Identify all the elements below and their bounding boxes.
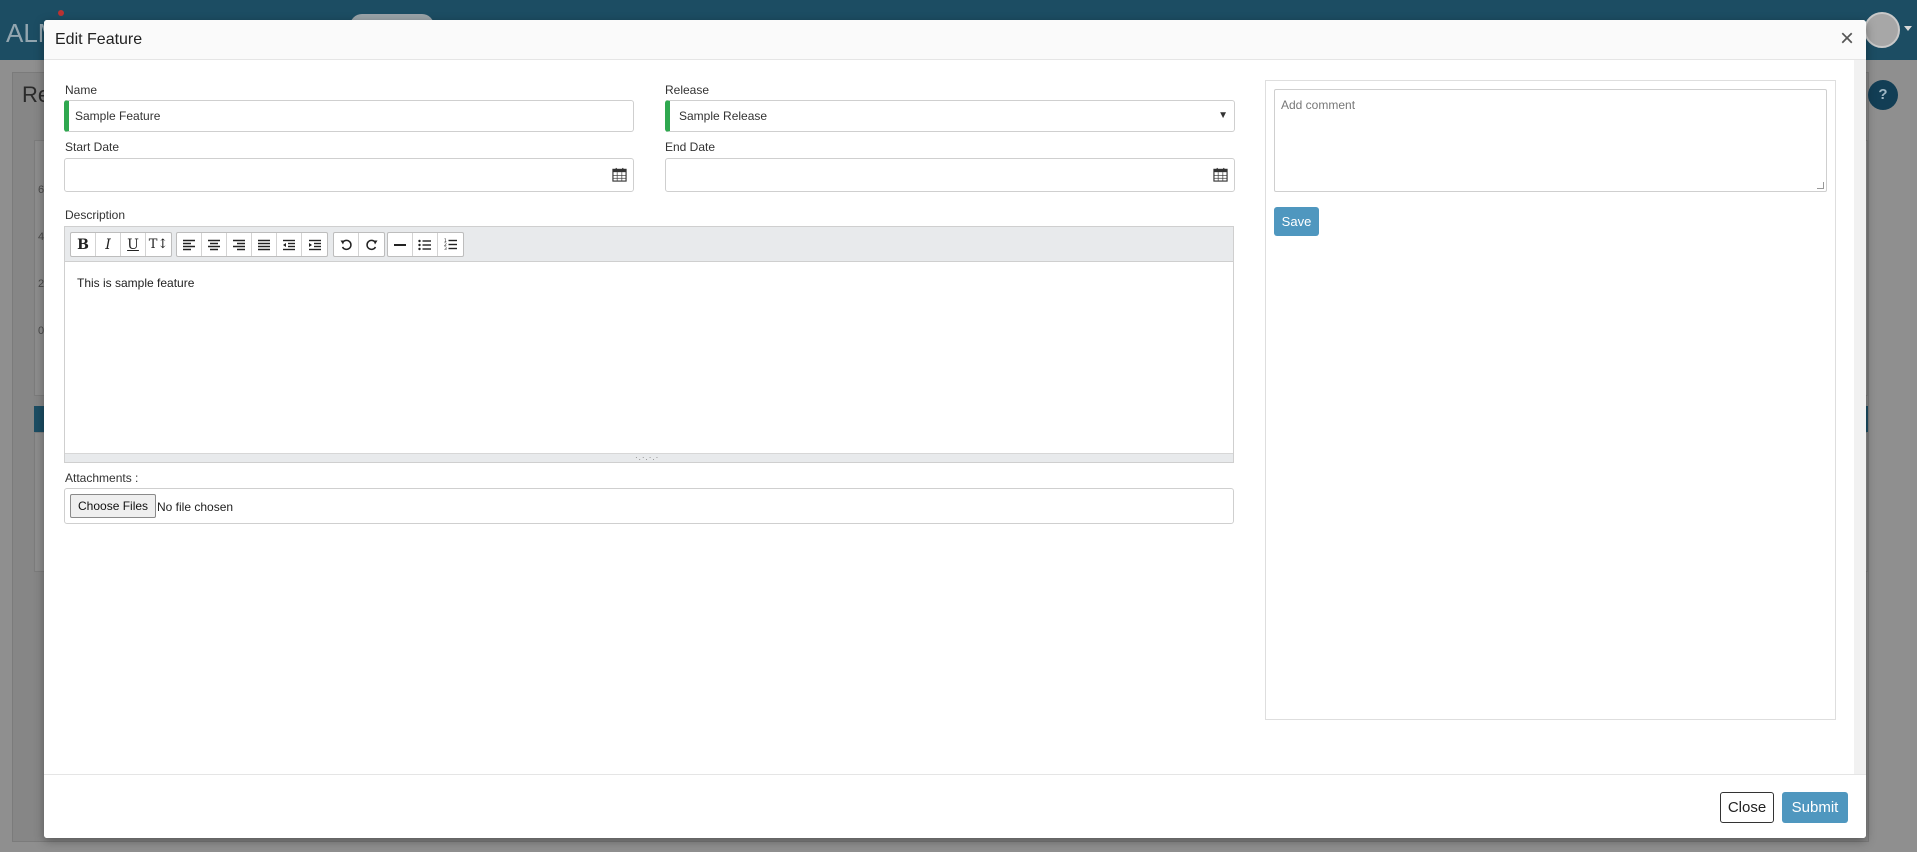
modal-scrollbar[interactable] (1854, 60, 1866, 774)
app-logo-dot (58, 10, 64, 16)
avatar (1864, 12, 1900, 48)
comment-panel: Add comment Save (1265, 80, 1836, 720)
save-comment-button[interactable]: Save (1274, 207, 1319, 236)
align-left-icon[interactable] (177, 233, 202, 256)
release-select[interactable]: Sample Release ▼ (665, 100, 1235, 132)
avatar-caret-icon (1904, 26, 1912, 31)
editor-toolbar: B I U T↕ 1 2 3 (65, 227, 1233, 262)
undo-icon[interactable] (334, 233, 359, 256)
horizontal-rule-icon[interactable] (388, 233, 413, 256)
edit-feature-modal: Edit Feature × Name Sample Feature Relea… (44, 20, 1866, 838)
italic-icon[interactable]: I (96, 233, 121, 256)
font-size-icon[interactable]: T↕ (146, 233, 171, 256)
end-date-label: End Date (665, 140, 716, 154)
numbered-list-icon[interactable]: 123 (438, 233, 463, 256)
justify-icon[interactable] (252, 233, 277, 256)
help-icon: ? (1868, 80, 1898, 110)
bullet-list-icon[interactable] (413, 233, 438, 256)
name-value: Sample Feature (75, 109, 161, 123)
align-center-icon[interactable] (202, 233, 227, 256)
start-date-input[interactable] (64, 158, 634, 192)
svg-text:3: 3 (444, 246, 447, 251)
release-value: Sample Release (679, 109, 768, 123)
name-input[interactable]: Sample Feature (64, 100, 634, 132)
modal-title: Edit Feature (55, 31, 143, 48)
toolbar-group-history (333, 232, 385, 257)
close-icon[interactable]: × (1840, 26, 1854, 52)
redo-icon[interactable] (359, 233, 384, 256)
comment-input[interactable]: Add comment (1274, 89, 1827, 192)
description-label: Description (65, 208, 126, 222)
bold-icon[interactable]: B (71, 233, 96, 256)
align-right-icon[interactable] (227, 233, 252, 256)
name-label: Name (65, 83, 98, 97)
attachments-file-input: Choose Files No file chosen (64, 488, 1234, 524)
toolbar-group-lists: 123 (387, 232, 464, 257)
description-text-area[interactable]: This is sample feature (65, 262, 1233, 454)
editor-resize-handle[interactable]: ·.·.·.· (65, 453, 1233, 462)
close-button[interactable]: Close (1720, 792, 1774, 823)
submit-button[interactable]: Submit (1782, 792, 1848, 823)
end-date-input[interactable] (665, 158, 1235, 192)
resize-handle-icon[interactable] (1817, 182, 1824, 189)
choose-files-button[interactable]: Choose Files (70, 494, 157, 518)
chevron-down-icon: ▼ (1218, 110, 1228, 121)
attachments-label: Attachments : (65, 471, 139, 485)
file-status-text: No file chosen (157, 500, 234, 514)
modal-header: Edit Feature × (44, 20, 1866, 60)
release-label: Release (665, 83, 710, 97)
calendar-icon[interactable] (612, 167, 627, 182)
calendar-icon[interactable] (1213, 167, 1228, 182)
outdent-icon[interactable] (277, 233, 302, 256)
underline-icon[interactable]: U (121, 233, 146, 256)
toolbar-group-format: B I U T↕ (70, 232, 172, 257)
indent-icon[interactable] (302, 233, 327, 256)
start-date-label: Start Date (65, 140, 120, 154)
toolbar-group-align (176, 232, 328, 257)
modal-footer: Close Submit (44, 774, 1866, 838)
grip-icon: ·.·.·.· (635, 453, 660, 462)
description-editor: B I U T↕ 1 2 3 This is sample feature ·.… (64, 226, 1234, 463)
comment-placeholder: Add comment (1281, 98, 1356, 112)
